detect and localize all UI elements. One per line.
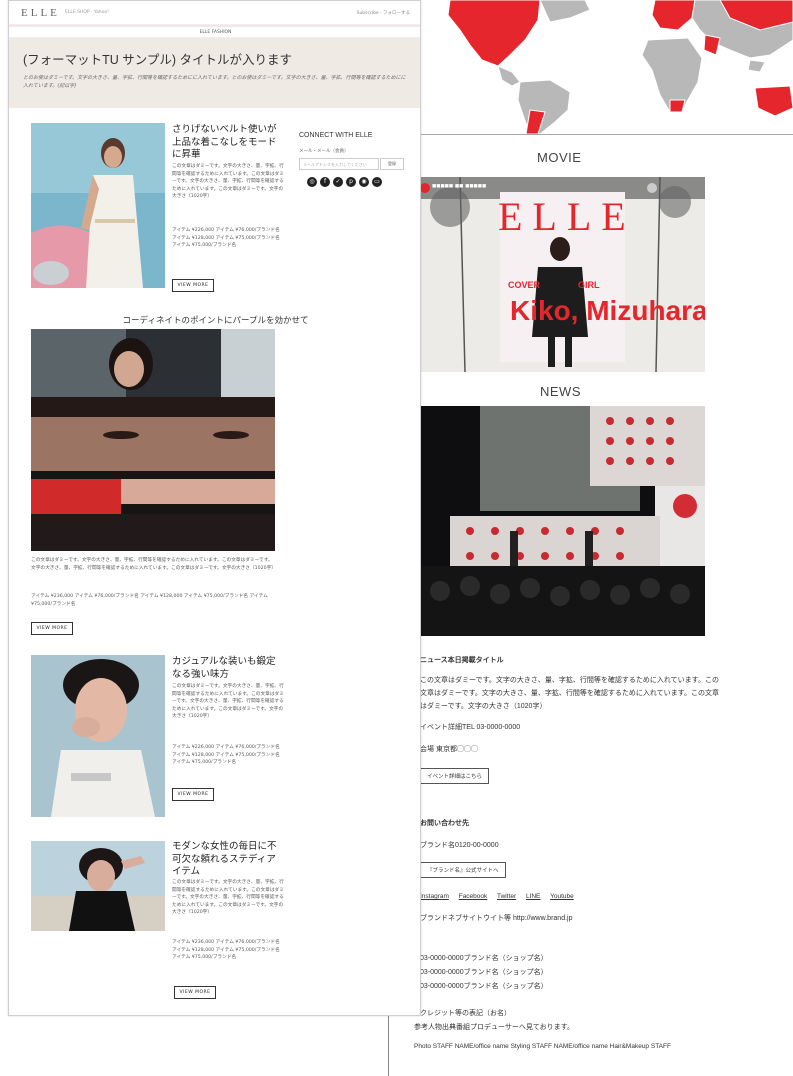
divider <box>420 134 793 135</box>
article-2-view-more-button[interactable]: VIEW MORE <box>31 622 73 635</box>
credit-note-body: 参考人物出典番組プロデューサーへ見ております。 <box>414 1024 574 1031</box>
brand-phone: ブランド名0120-00-0000 <box>420 842 499 849</box>
facebook-icon[interactable]: f <box>320 177 330 187</box>
article-4-view-more-button[interactable]: VIEW MORE <box>174 986 216 999</box>
cover-name: Kiko, Mizuhara <box>510 295 705 326</box>
photo-credits: Photo STAFF NAME/office name Styling STA… <box>414 1043 671 1050</box>
article-4-prices: アイテム ¥236,000 アイテム ¥76,000/ブランド名 アイテム ¥1… <box>172 940 280 961</box>
page-title: (フォーマットTU サンプル) タイトルが入ります <box>23 53 293 67</box>
world-map <box>420 0 793 134</box>
event-phone: イベント詳細TEL 03-0000-0000 <box>420 724 521 731</box>
social-links: Instagram Facebook Twitter LINE Youtube <box>420 893 582 900</box>
shop-phone-3: 03-0000-0000ブランド名（ショップ名） <box>420 983 548 990</box>
line-icon[interactable]: ◉ <box>359 177 369 187</box>
youtube-link[interactable]: Youtube <box>550 893 574 900</box>
event-detail-button[interactable]: イベント詳細はこちら <box>420 768 490 784</box>
page-edge-line <box>388 1016 389 1076</box>
news-photo <box>420 406 705 636</box>
article-3-photo <box>31 655 165 817</box>
shop-phone-1: 03-0000-0000ブランド名（ショップ名） <box>420 955 548 962</box>
event-place: 会場 東京都◯◯◯ <box>420 746 478 753</box>
article-2-photo <box>31 329 275 551</box>
credit-note-title: クレジット等の表記（お名） <box>420 1010 511 1017</box>
article-banner: (フォーマットTU サンプル) タイトルが入ります とのお使はダミーです。文字の… <box>9 38 420 108</box>
article-3-body: この文章はダミーです。文字の大きさ、量、字拡、行間等を確認するために入れています… <box>172 684 284 720</box>
news-title: ニュース本日掲載タイトル <box>420 657 504 664</box>
cover-text-2: GIRL <box>578 280 600 290</box>
article-4-title: モダンな女性の毎日に不可欠な頼れるステディアイテム <box>172 841 277 877</box>
cover-magazine-title: ELLE <box>498 194 636 239</box>
inquiry-title: お問い合わせ先 <box>420 820 469 827</box>
article-1-title: さりげないベルト使いが上品な着こなしをモードに昇華 <box>172 124 277 160</box>
video-title: ■■■■■ ■■ ■■■■■ <box>432 182 487 190</box>
elle-logo[interactable]: ELLE <box>21 7 60 19</box>
newsletter-label: メール・メール（会員） <box>299 149 349 154</box>
section-nav-label[interactable]: ELLE FASHION <box>9 27 420 38</box>
article-3-prices: アイテム ¥226,000 アイテム ¥76,000/ブランド名 アイテム ¥1… <box>172 745 280 766</box>
article-1-body: この文章はダミーです。文字の大きさ、量、字拡、行間等を確認するために入れています… <box>172 164 284 200</box>
twitter-link[interactable]: Twitter <box>497 893 516 900</box>
article-2-prices: アイテム ¥236,000 アイテム ¥76,000/ブランド名 アイテム ¥1… <box>31 594 268 607</box>
article-1-prices: アイテム ¥226,000 アイテム ¥76,000/ブランド名 アイテム ¥1… <box>172 228 280 249</box>
front-page: ELLE ELLE SHOP · Yahoo! Subscribe · フォロー… <box>8 0 421 1016</box>
pinterest-icon[interactable]: p <box>346 177 356 187</box>
article-4-body: この文章はダミーです。文字の大きさ、量、字拡、行間等を確認するために入れています… <box>172 880 284 916</box>
news-body-line-3: はダミーです。文字の大きさ（1020字） <box>420 703 547 710</box>
page-description: とのお使はダミーです。文字の大きさ、量、字拡、行間等を確認するためにに入れていま… <box>23 75 406 89</box>
shop-phone-2: 03-0000-0000ブランド名（ショップ名） <box>420 969 548 976</box>
brand-site-button[interactable]: 『ブランド名』公式サイトへ <box>420 862 506 878</box>
article-3-title: カジュアルな装いも鍛定なる強い味方 <box>172 656 276 680</box>
line-link[interactable]: LINE <box>526 893 540 900</box>
article-4-photo <box>31 841 165 931</box>
article-2-body: この文章はダミーです。文字の大きさ、量、字拡、行間等を確認するために入れています… <box>31 558 275 571</box>
instagram-link[interactable]: Instagram <box>420 893 449 900</box>
instagram-icon[interactable]: ◎ <box>307 177 317 187</box>
header-top-links[interactable]: Subscribe · フォローする <box>357 10 410 16</box>
movie-heading: MOVIE <box>537 150 582 165</box>
brand-site-url[interactable]: ブランドネブサイトウイ卜等 http://www.brand.jp <box>420 913 572 923</box>
video-player[interactable]: ■■■■■ ■■ ■■■■■ ELLE COVER GIRL Kiko, Miz… <box>420 177 705 372</box>
cover-text-1: COVER <box>508 280 541 290</box>
article-3-view-more-button[interactable]: VIEW MORE <box>172 788 214 801</box>
site-header: ELLE ELLE SHOP · Yahoo! Subscribe · フォロー… <box>9 1 420 25</box>
article-2-section-title: コーディネイトのポイントにパープルを効かせて <box>122 316 309 326</box>
news-heading: NEWS <box>540 384 581 399</box>
news-body-line-2: 文章はダミーです。文字の大きさ、量、字拡、行間等を確認するために入れています。こ… <box>420 690 719 697</box>
header-sublinks[interactable]: ELLE SHOP · Yahoo! <box>65 10 109 15</box>
article-1-photo <box>31 123 165 288</box>
newsletter-email-input[interactable]: メールアドレスを入力してください <box>299 158 379 170</box>
article-1-view-more-button[interactable]: VIEW MORE <box>172 279 214 292</box>
twitter-icon[interactable]: ✓ <box>333 177 343 187</box>
connect-title: CONNECT WITH ELLE <box>299 132 373 139</box>
facebook-link[interactable]: Facebook <box>459 893 488 900</box>
news-body-line-1: この文章はダミーです。文字の大きさ、量、字拡、行間等を確認するために入れています… <box>420 677 719 684</box>
newsletter-submit-button[interactable]: 登録 <box>380 158 404 170</box>
youtube-icon[interactable]: ▭ <box>372 177 382 187</box>
